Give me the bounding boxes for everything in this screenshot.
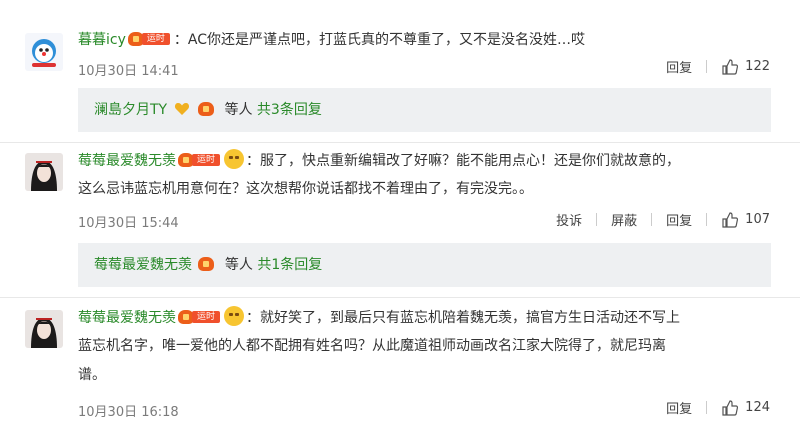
avatar[interactable] [25,33,63,71]
divider [596,213,598,226]
badge-label: 运时 [141,33,170,45]
member-badge [198,101,218,117]
comment-body-line: 谱。 [78,367,106,383]
comment-actions: 回复 122 [666,57,770,76]
emoji-icon [224,149,244,169]
divider [0,142,800,143]
like-button[interactable]: 122 [721,58,770,76]
report-button[interactable]: 投诉 [556,210,582,229]
comment-body-line: 蓝忘机名字，唯一爱他的人都不配拥有姓名吗？从此魔道祖师动画改名江家大院得了，就尼… [78,338,666,354]
badge-label: 运时 [192,311,220,323]
reply-user[interactable]: 莓莓最爱魏无羡 [94,257,192,273]
divider [0,297,800,298]
avatar[interactable] [25,153,63,191]
comment-body-line: ：AC你还是严谨点吧，打蓝氏真的不尊重了，又不是没名没姓…哎 [173,32,585,48]
reply-button[interactable]: 回复 [666,57,692,76]
username[interactable]: 暮暮icy [78,32,126,48]
thumbs-up-icon [722,399,739,416]
reply-user[interactable]: 澜島夕月TY [94,102,167,118]
thumbs-up-icon [722,58,739,75]
comment-body-line: 这么忌讳蓝忘机用意何在？这次想帮你说话都找不着理由了，有完没完。。 [78,181,533,197]
like-button[interactable]: 124 [721,399,770,417]
like-count: 107 [745,212,770,227]
member-badge [198,256,218,272]
comment-text: 莓莓最爱魏无羡 运时 ：服了，快点重新编辑改了好嘛？能不能用点心！还是你们就故意的， [78,149,680,172]
reply-preview[interactable]: 澜島夕月TY 等人 共3条回复 [78,88,771,132]
divider [706,213,708,226]
member-badge: 运时 [178,309,222,325]
like-count: 124 [745,400,770,415]
crown-icon [198,257,215,271]
thumbs-up-icon [722,211,739,228]
timestamp: 10月30日 15:44 [78,216,179,231]
reply-button[interactable]: 回复 [666,398,692,417]
reply-mid-text: 等人 [224,102,253,118]
like-button[interactable]: 107 [721,211,770,229]
emoji-icon [224,306,244,326]
comment-actions: 回复 124 [666,398,770,417]
comment-body-line: ：就好笑了，到最后只有蓝忘机陪着魏无羡，搞官方生日活动还不写上 [246,310,680,326]
crown-icon [198,102,215,116]
reply-count-link[interactable]: 共1条回复 [257,257,322,273]
heart-icon [174,103,189,115]
divider [651,213,653,226]
comment-actions: 投诉 屏蔽 回复 107 [556,210,770,229]
like-count: 122 [745,59,770,74]
timestamp: 10月30日 14:41 [78,64,179,79]
divider [706,60,708,73]
comment-body-line: ：服了，快点重新编辑改了好嘛？能不能用点心！还是你们就故意的， [246,153,680,169]
username[interactable]: 莓莓最爱魏无羡 [78,153,176,169]
divider [706,401,708,414]
comment-text: 莓莓最爱魏无羡 运时 ：就好笑了，到最后只有蓝忘机陪着魏无羡，搞官方生日活动还不写上 [78,306,680,329]
reply-count-link[interactable]: 共3条回复 [257,102,322,118]
badge-label: 运时 [192,154,220,166]
member-badge: 运时 [178,152,222,168]
avatar[interactable] [25,310,63,348]
timestamp: 10月30日 16:18 [78,405,179,420]
username[interactable]: 莓莓最爱魏无羡 [78,310,176,326]
reply-mid-text: 等人 [224,257,253,273]
reply-preview[interactable]: 莓莓最爱魏无羡 等人 共1条回复 [78,243,771,287]
comment-text: 暮暮icy 运时 ：AC你还是严谨点吧，打蓝氏真的不尊重了，又不是没名没姓…哎 [78,29,585,51]
member-badge: 运时 [127,31,172,47]
reply-button[interactable]: 回复 [666,210,692,229]
block-button[interactable]: 屏蔽 [611,210,637,229]
